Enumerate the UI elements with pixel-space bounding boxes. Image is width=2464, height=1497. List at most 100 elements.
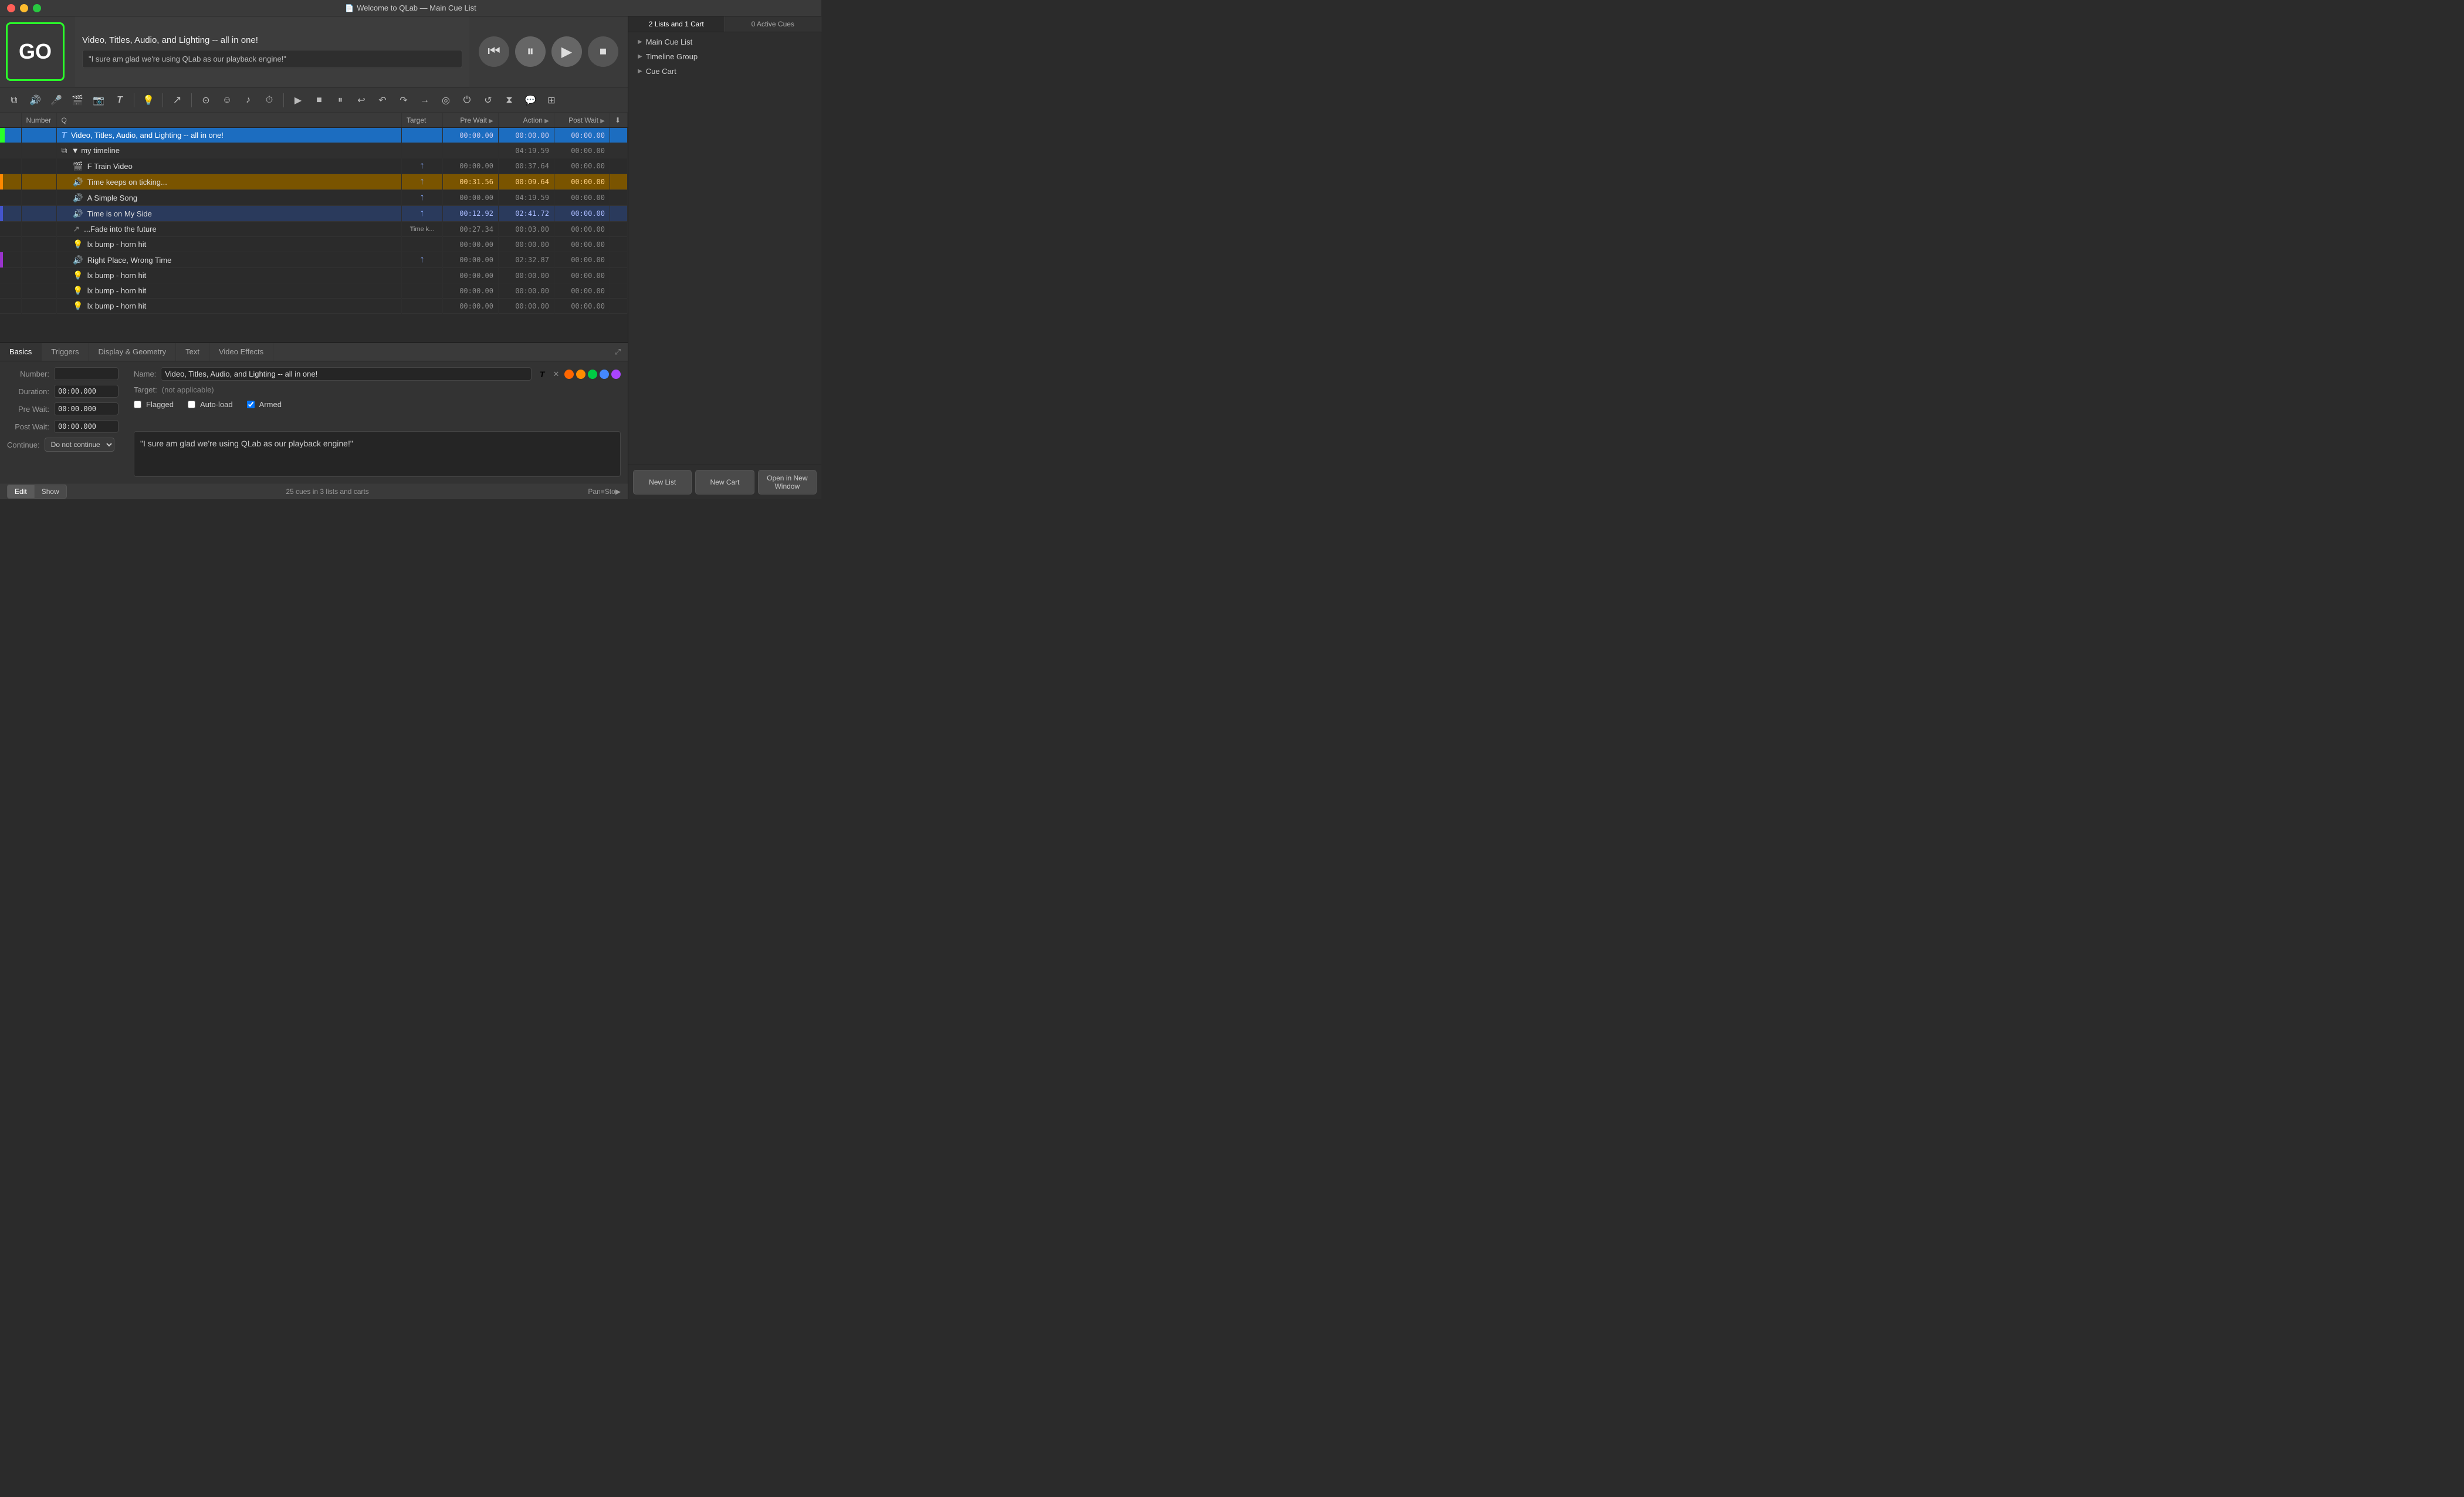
clear-name-button[interactable]: ✕ [550, 368, 562, 380]
table-row[interactable]: ↗ ...Fade into the future Time k... 00:2… [0, 222, 628, 237]
table-row[interactable]: 💡 lx bump - horn hit 00:00.00 00:00.00 0… [0, 268, 628, 283]
color-dot-orange[interactable] [564, 370, 574, 379]
row-action: 04:19.59 [499, 190, 554, 206]
tab-basics[interactable]: Basics [0, 343, 42, 361]
toolbar-undo-btn[interactable]: ↶ [373, 91, 392, 110]
table-row[interactable]: 💡 lx bump - horn hit 00:00.00 00:00.00 0… [0, 237, 628, 252]
color-dot-blue[interactable] [600, 370, 609, 379]
toolbar-back-btn[interactable]: ↩ [352, 91, 371, 110]
color-dot-green[interactable] [588, 370, 597, 379]
postwait-input[interactable] [54, 420, 119, 433]
title-bar-text: 📄 Welcome to QLab — Main Cue List [345, 4, 476, 12]
go-button[interactable]: GO [6, 22, 65, 81]
col-target[interactable]: Target [402, 113, 443, 128]
col-q[interactable]: Q [56, 113, 402, 128]
toolbar-speech-btn[interactable]: 💬 [521, 91, 540, 110]
toolbar-mic-btn[interactable]: 🎤 [47, 91, 66, 110]
toolbar-grid-btn[interactable]: ⊞ [542, 91, 561, 110]
color-dot-amber[interactable] [576, 370, 585, 379]
top-area: GO Video, Titles, Audio, and Lighting --… [0, 16, 628, 87]
toolbar-sep4 [283, 93, 284, 107]
toolbar-fade-btn[interactable]: ↗ [168, 91, 187, 110]
tab-triggers[interactable]: Triggers [42, 343, 89, 361]
name-input[interactable] [161, 367, 532, 381]
toolbar-play2-btn[interactable]: ▶ [289, 91, 307, 110]
new-cart-button[interactable]: New Cart [695, 470, 754, 495]
table-row[interactable]: 🔊 Time is on My Side ↑ 00:12.92 02:41.72… [0, 206, 628, 222]
open-new-window-button[interactable]: Open in New Window [758, 470, 817, 495]
autoload-label: Auto-load [200, 400, 233, 409]
autoload-checkbox[interactable] [188, 401, 195, 408]
toolbar-music-btn[interactable]: ♪ [239, 91, 258, 110]
toolbar-next-btn[interactable]: → [415, 91, 434, 110]
expand-inspector-button[interactable]: ⤢ [608, 343, 628, 361]
col-prewait[interactable]: Pre Wait ▶ [443, 113, 499, 128]
toolbar-loop-btn[interactable]: ↺ [479, 91, 497, 110]
row-number [21, 143, 56, 158]
toolbar-redo-btn[interactable]: ↷ [394, 91, 413, 110]
table-row[interactable]: 🎬 F Train Video ↑ 00:00.00 00:37.64 00:0… [0, 158, 628, 174]
sidebar-item-main-cue-list[interactable]: ▶ Main Cue List [628, 35, 821, 49]
cue-table-wrapper[interactable]: Number Q Target Pre Wait ▶ Action ▶ Post… [0, 113, 628, 342]
sidebar-item-timeline-group[interactable]: ▶ Timeline Group [628, 49, 821, 64]
table-row[interactable]: 🔊 Right Place, Wrong Time ↑ 00:00.00 02:… [0, 252, 628, 268]
tab-text[interactable]: Text [176, 343, 209, 361]
toolbar-emoji-btn[interactable]: ☺ [218, 91, 236, 110]
duration-input[interactable] [54, 385, 119, 398]
table-row[interactable]: T Video, Titles, Audio, and Lighting -- … [0, 128, 628, 143]
row-target: ↑ [402, 252, 443, 268]
row-action: 02:41.72 [499, 206, 554, 222]
text-format-button[interactable]: T [536, 368, 548, 380]
toolbar-hourglass-btn[interactable]: ⧗ [500, 91, 519, 110]
edit-tab[interactable]: Edit [7, 485, 35, 499]
continue-select[interactable]: Do not continue Auto-continue Auto-follo… [45, 438, 114, 452]
number-input[interactable] [54, 367, 119, 380]
new-list-button[interactable]: New List [633, 470, 692, 495]
continue-label: Continue: [7, 441, 40, 449]
toolbar-clock-btn[interactable]: ⏱ [260, 91, 279, 110]
table-row[interactable]: 💡 lx bump - horn hit 00:00.00 00:00.00 0… [0, 283, 628, 299]
col-postwait[interactable]: Post Wait ▶ [554, 113, 610, 128]
flagged-checkbox[interactable] [134, 401, 141, 408]
toolbar-video-btn[interactable]: 🎬 [68, 91, 87, 110]
col-action[interactable]: Action ▶ [499, 113, 554, 128]
lists-and-carts-tab[interactable]: 2 Lists and 1 Cart [628, 16, 725, 32]
play-button[interactable]: ▶ [551, 36, 582, 67]
rewind-button[interactable]: ⏮ [479, 36, 509, 67]
tab-display-geometry[interactable]: Display & Geometry [89, 343, 177, 361]
table-row[interactable]: 🔊 A Simple Song ↑ 00:00.00 04:19.59 00:0… [0, 190, 628, 206]
toolbar-camera-btn[interactable]: 📷 [89, 91, 108, 110]
armed-checkbox[interactable] [247, 401, 255, 408]
toolbar-light-btn[interactable]: 💡 [139, 91, 158, 110]
maximize-button[interactable] [33, 4, 41, 12]
close-button[interactable] [7, 4, 15, 12]
active-cues-tab[interactable]: 0 Active Cues [725, 16, 822, 32]
cue-list-sidebar[interactable]: ▶ Main Cue List ▶ Timeline Group ▶ Cue C… [628, 32, 821, 465]
stop-button[interactable]: ⏹ [588, 36, 618, 67]
col-number[interactable]: Number [21, 113, 56, 128]
prewait-input[interactable] [54, 402, 119, 415]
table-row[interactable]: 🔊 Time keeps on ticking... ↑ 00:31.56 00… [0, 174, 628, 190]
left-panel: GO Video, Titles, Audio, and Lighting --… [0, 16, 628, 499]
row-postwait: 00:00.00 [554, 252, 610, 268]
postwait-label: Post Wait: [7, 422, 49, 431]
toolbar-target-btn[interactable]: ⊙ [197, 91, 215, 110]
sidebar-item-cue-cart[interactable]: ▶ Cue Cart [628, 64, 821, 79]
table-row[interactable]: ⧉ ▼ my timeline 04:19.59 00:00.00 [0, 143, 628, 158]
minimize-button[interactable] [20, 4, 28, 12]
show-tab[interactable]: Show [35, 485, 67, 499]
table-row[interactable]: 💡 lx bump - horn hit 00:00.00 00:00.00 0… [0, 299, 628, 314]
row-number [21, 174, 56, 190]
toolbar-audio-btn[interactable]: 🔊 [26, 91, 45, 110]
row-prewait: 00:00.00 [443, 190, 499, 206]
toolbar-copy-btn[interactable]: ⧉ [5, 91, 23, 110]
color-dot-purple[interactable] [611, 370, 621, 379]
toolbar-power-btn[interactable]: ⏻ [458, 91, 476, 110]
toolbar-text-btn[interactable]: T [110, 91, 129, 110]
row-action: 00:03.00 [499, 222, 554, 237]
toolbar-target2-btn[interactable]: ◎ [436, 91, 455, 110]
toolbar-stop2-btn[interactable]: ■ [310, 91, 329, 110]
tab-video-effects[interactable]: Video Effects [209, 343, 273, 361]
toolbar-pause2-btn[interactable]: ⏸ [331, 91, 350, 110]
pause-button[interactable]: ⏸ [515, 36, 546, 67]
